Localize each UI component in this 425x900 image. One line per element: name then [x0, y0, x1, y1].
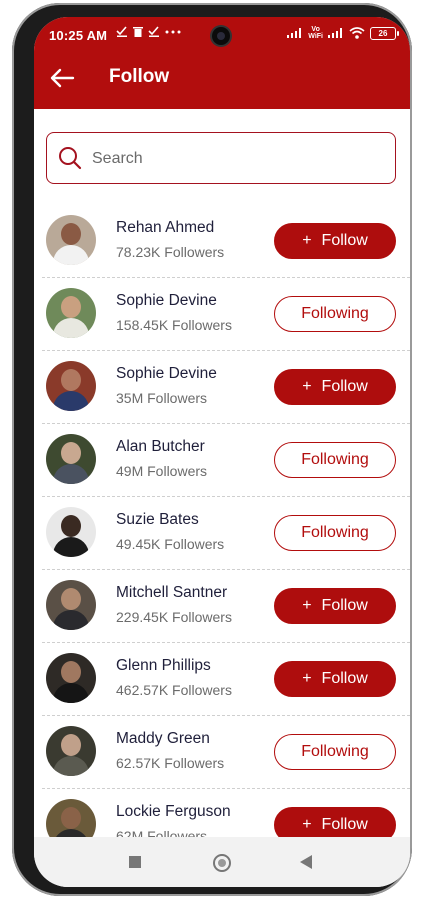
user-name: Glenn Phillips: [116, 657, 211, 674]
wifi-icon: [349, 27, 365, 39]
follower-count: 78.23K Followers: [116, 244, 225, 260]
list-item: Sophie Devine 35M Followers + Follow: [34, 351, 410, 424]
list-item: Alan Butcher 49M Followers Following: [34, 424, 410, 497]
user-name: Rehan Ahmed: [116, 219, 215, 236]
status-bar: 10:25 AM Vo WiFi 26: [34, 17, 410, 53]
search-box[interactable]: [46, 132, 396, 184]
user-name: Sophie Devine: [116, 365, 217, 382]
page-title: Follow: [109, 66, 170, 87]
follower-count: 62M Followers: [116, 828, 208, 837]
vowifi-indicator: Vo WiFi: [308, 26, 323, 40]
following-button[interactable]: Following: [274, 515, 396, 551]
trash-icon: [133, 27, 143, 37]
list-item: Mitchell Santner 229.45K Followers + Foll…: [34, 570, 410, 643]
user-list: Rehan Ahmed 78.23K Followers + Follow Sop…: [34, 205, 410, 837]
status-time: 10:25 AM: [49, 28, 108, 43]
home-icon[interactable]: [213, 854, 231, 872]
follower-count: 62.57K Followers: [116, 755, 225, 771]
user-name: Sophie Devine: [116, 292, 217, 309]
avatar: [46, 288, 96, 338]
check-download-icon: [116, 26, 127, 37]
phone-frame: 10:25 AM Vo WiFi 26 Follow Search Rehan …: [12, 3, 412, 896]
back-triangle-icon[interactable]: [300, 855, 312, 869]
signal-icon: [328, 28, 342, 38]
avatar: [46, 799, 96, 837]
avatar: [46, 507, 96, 557]
search-icon: [59, 147, 82, 170]
check-download-icon: [148, 26, 159, 37]
status-system-icons: Vo WiFi 26: [287, 26, 399, 40]
avatar: [46, 653, 96, 703]
follow-button[interactable]: + Follow: [274, 223, 396, 259]
user-name: Alan Butcher: [116, 438, 205, 455]
avatar: [46, 434, 96, 484]
vowifi-bottom: WiFi: [308, 33, 323, 40]
follow-button[interactable]: + Follow: [274, 661, 396, 697]
follower-count: 49.45K Followers: [116, 536, 225, 552]
avatar: [46, 215, 96, 265]
follow-button[interactable]: + Follow: [274, 588, 396, 624]
battery-indicator: 26: [370, 26, 399, 40]
app-bar: 10:25 AM Vo WiFi 26 Follow: [34, 17, 410, 109]
follower-count: 229.45K Followers: [116, 609, 232, 625]
recent-apps-icon[interactable]: [129, 856, 141, 868]
list-item: Sophie Devine 158.45K Followers Followin…: [34, 278, 410, 351]
follow-button-label: Follow: [321, 597, 368, 614]
avatar: [46, 726, 96, 776]
follow-button[interactable]: + Follow: [274, 369, 396, 405]
follow-button-label: Follow: [321, 816, 368, 833]
list-item: Rehan Ahmed 78.23K Followers + Follow: [34, 205, 410, 278]
system-nav-bar: [34, 837, 410, 887]
follower-count: 158.45K Followers: [116, 317, 232, 333]
follower-count: 462.57K Followers: [116, 682, 232, 698]
search-input[interactable]: [90, 141, 384, 177]
status-notification-icons: [116, 26, 181, 37]
user-name: Suzie Bates: [116, 511, 199, 528]
avatar: [46, 580, 96, 630]
follower-count: 49M Followers: [116, 463, 208, 479]
list-item: Glenn Phillips 462.57K Followers + Follow: [34, 643, 410, 716]
vowifi-top: Vo: [311, 26, 320, 33]
list-item: Suzie Bates 49.45K Followers Following: [34, 497, 410, 570]
screen: 10:25 AM Vo WiFi 26 Follow Search Rehan …: [34, 17, 410, 887]
signal-icon: [287, 28, 302, 38]
more-dots-icon: [165, 30, 181, 33]
following-button[interactable]: Following: [274, 734, 396, 770]
user-name: Lockie Ferguson: [116, 803, 231, 820]
following-button[interactable]: Following: [274, 442, 396, 478]
avatar: [46, 361, 96, 411]
follower-count: 35M Followers: [116, 390, 208, 406]
follow-button[interactable]: + Follow: [274, 807, 396, 837]
follow-button-label: Follow: [321, 670, 368, 687]
follow-button-label: Follow: [321, 232, 368, 249]
follow-button-label: Follow: [321, 378, 368, 395]
list-item: Maddy Green 62.57K Followers Following: [34, 716, 410, 789]
user-name: Maddy Green: [116, 730, 210, 747]
front-camera: [212, 27, 230, 45]
arrow-left-icon[interactable]: [49, 67, 75, 89]
list-item: Lockie Ferguson 62M Followers + Follow: [34, 789, 410, 837]
user-name: Mitchell Santner: [116, 584, 228, 601]
following-button[interactable]: Following: [274, 296, 396, 332]
